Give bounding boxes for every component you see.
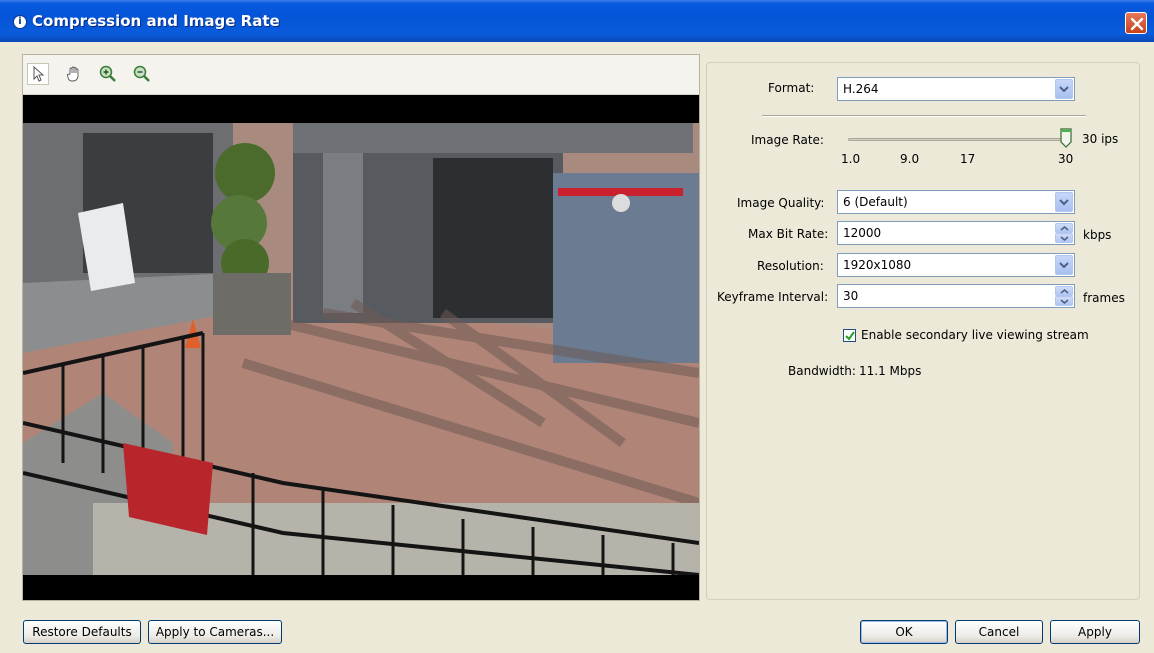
apply-button[interactable]: Apply xyxy=(1050,620,1140,644)
image-quality-value: 6 (Default) xyxy=(843,195,908,209)
image-rate-label: Image Rate: xyxy=(751,133,824,147)
zoom-out-button[interactable] xyxy=(131,63,153,85)
window-title: Compression and Image Rate xyxy=(32,12,280,30)
keyframe-interval-value: 30 xyxy=(843,289,859,303)
zoom-in-icon xyxy=(99,65,116,82)
image-rate-tick: 9.0 xyxy=(900,152,920,166)
pan-tool-button[interactable] xyxy=(63,63,85,85)
keyframe-interval-spinner[interactable] xyxy=(1055,286,1073,306)
image-rate-value: 30 ips xyxy=(1082,132,1119,146)
title-bar[interactable]: i Compression and Image Rate xyxy=(0,0,1154,42)
camera-image xyxy=(23,123,699,575)
image-rate-tick: 1.0 xyxy=(841,152,861,166)
spin-down-button[interactable] xyxy=(1055,296,1073,306)
resolution-dropdown-button[interactable] xyxy=(1055,255,1073,275)
resolution-select[interactable]: 1920x1080 xyxy=(837,253,1075,277)
chevron-down-icon xyxy=(1059,199,1069,206)
hand-pan-icon xyxy=(67,66,79,82)
secondary-stream-checkbox[interactable] xyxy=(843,329,856,342)
keyframe-interval-unit: frames xyxy=(1083,291,1125,305)
close-icon xyxy=(1130,17,1144,31)
cancel-button[interactable]: Cancel xyxy=(955,620,1043,644)
image-quality-dropdown-button[interactable] xyxy=(1055,192,1073,212)
chevron-down-icon xyxy=(1060,299,1069,304)
spin-up-button[interactable] xyxy=(1055,223,1073,233)
format-label: Format: xyxy=(768,81,815,95)
pointer-icon xyxy=(33,66,45,82)
secondary-stream-label: Enable secondary live viewing stream xyxy=(861,328,1089,342)
zoom-out-icon xyxy=(133,65,150,82)
apply-to-cameras-button[interactable]: Apply to Cameras... xyxy=(148,620,282,644)
chevron-down-icon xyxy=(1059,262,1069,269)
image-rate-tick: 30 xyxy=(1058,152,1074,166)
max-bit-rate-spinner[interactable] xyxy=(1055,223,1073,243)
format-dropdown-button[interactable] xyxy=(1055,79,1073,99)
chevron-down-icon xyxy=(1060,236,1069,241)
zoom-in-button[interactable] xyxy=(97,63,119,85)
keyframe-interval-label: Keyframe Interval: xyxy=(717,290,829,304)
image-rate-tick: 17 xyxy=(960,152,976,166)
pointer-tool-button[interactable] xyxy=(27,63,49,85)
max-bit-rate-value: 12000 xyxy=(843,226,882,240)
image-rate-slider-thumb[interactable] xyxy=(1060,128,1072,148)
keyframe-interval-input[interactable]: 30 xyxy=(837,284,1075,308)
ok-button[interactable]: OK xyxy=(860,620,948,644)
max-bit-rate-unit: kbps xyxy=(1083,228,1112,242)
preview-toolbar xyxy=(23,55,699,95)
spin-down-button[interactable] xyxy=(1055,233,1073,243)
image-rate-slider-track[interactable] xyxy=(848,138,1070,141)
compression-dialog: i Compression and Image Rate Format: H.2… xyxy=(0,0,1154,653)
spin-up-button[interactable] xyxy=(1055,286,1073,296)
checkmark-icon xyxy=(845,331,855,341)
bandwidth-label: Bandwidth: xyxy=(788,364,856,378)
image-quality-select[interactable]: 6 (Default) xyxy=(837,190,1075,214)
chevron-down-icon xyxy=(1059,86,1069,93)
restore-defaults-button[interactable]: Restore Defaults xyxy=(23,620,141,644)
max-bit-rate-label: Max Bit Rate: xyxy=(748,227,829,241)
camera-settings-icon: i xyxy=(13,15,27,29)
format-select[interactable]: H.264 xyxy=(837,77,1075,101)
camera-preview[interactable] xyxy=(22,54,700,601)
format-value: H.264 xyxy=(843,82,879,96)
resolution-label: Resolution: xyxy=(757,259,824,273)
close-button[interactable] xyxy=(1125,12,1147,34)
resolution-value: 1920x1080 xyxy=(843,258,912,272)
image-quality-label: Image Quality: xyxy=(737,196,825,210)
chevron-up-icon xyxy=(1060,289,1069,294)
bandwidth-value: 11.1 Mbps xyxy=(859,364,922,378)
max-bit-rate-input[interactable]: 12000 xyxy=(837,221,1075,245)
chevron-up-icon xyxy=(1060,226,1069,231)
